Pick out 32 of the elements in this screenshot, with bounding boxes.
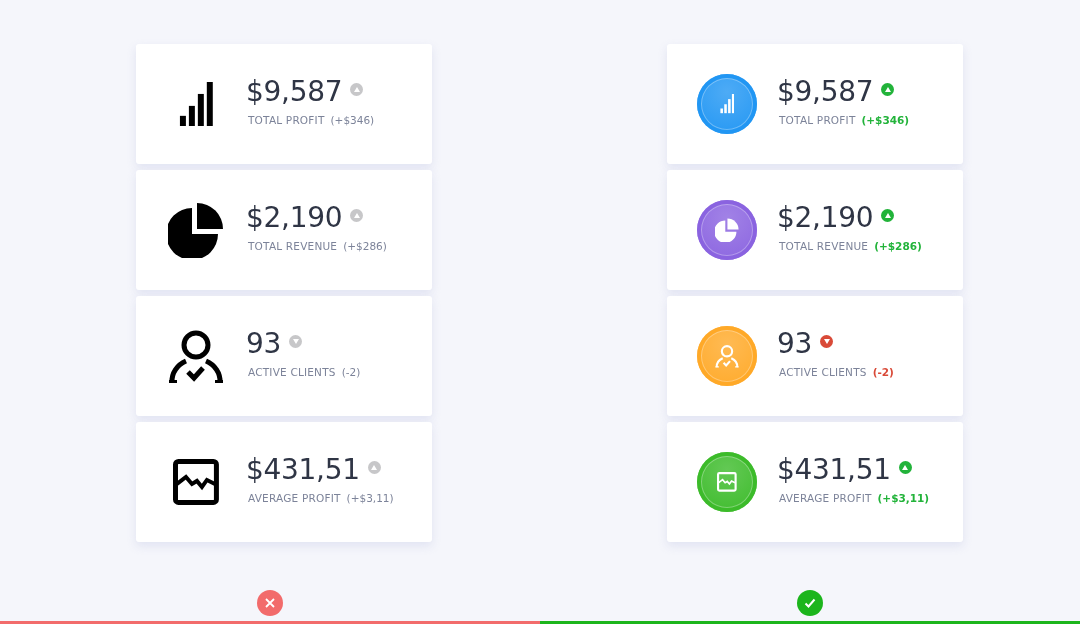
user-check-icon [168, 328, 224, 384]
stat-label: TOTAL REVENUE [248, 239, 338, 252]
pie-chart-icon [168, 202, 224, 258]
stat-label: AVERAGE PROFIT [779, 491, 872, 504]
stat-value: $2,190 [777, 200, 874, 234]
signal-bars-icon [719, 94, 735, 114]
stat-change: (+$346) [861, 113, 910, 126]
stat-change: (-2) [872, 365, 894, 378]
stat-value: 93 [777, 326, 813, 360]
stat-label: TOTAL REVENUE [779, 239, 869, 252]
signal-bars-icon [178, 81, 214, 127]
chart-frame-icon [717, 472, 737, 492]
stat-label: AVERAGE PROFIT [248, 491, 341, 504]
stat-value: $9,587 [246, 74, 343, 108]
stat-value: 93 [246, 326, 282, 360]
chart-frame-icon [173, 459, 219, 505]
stat-label: ACTIVE CLIENTS [248, 365, 336, 378]
pie-chart-icon [715, 218, 739, 242]
stat-change: (-2) [341, 365, 361, 378]
stat-change: (+$346) [330, 113, 375, 126]
stat-value: $431,51 [777, 452, 891, 486]
stat-change: (+$3,11) [877, 491, 930, 504]
stat-value: $2,190 [246, 200, 343, 234]
stat-change: (+$286) [343, 239, 387, 252]
stat-change: (+$3,11) [346, 491, 394, 504]
stat-value: $9,587 [777, 74, 874, 108]
stat-label: ACTIVE CLIENTS [779, 365, 867, 378]
stat-label: TOTAL PROFIT [248, 113, 325, 126]
user-check-icon [715, 344, 739, 368]
stat-change: (+$286) [874, 239, 922, 252]
stat-value: $431,51 [246, 452, 360, 486]
stat-label: TOTAL PROFIT [779, 113, 856, 126]
